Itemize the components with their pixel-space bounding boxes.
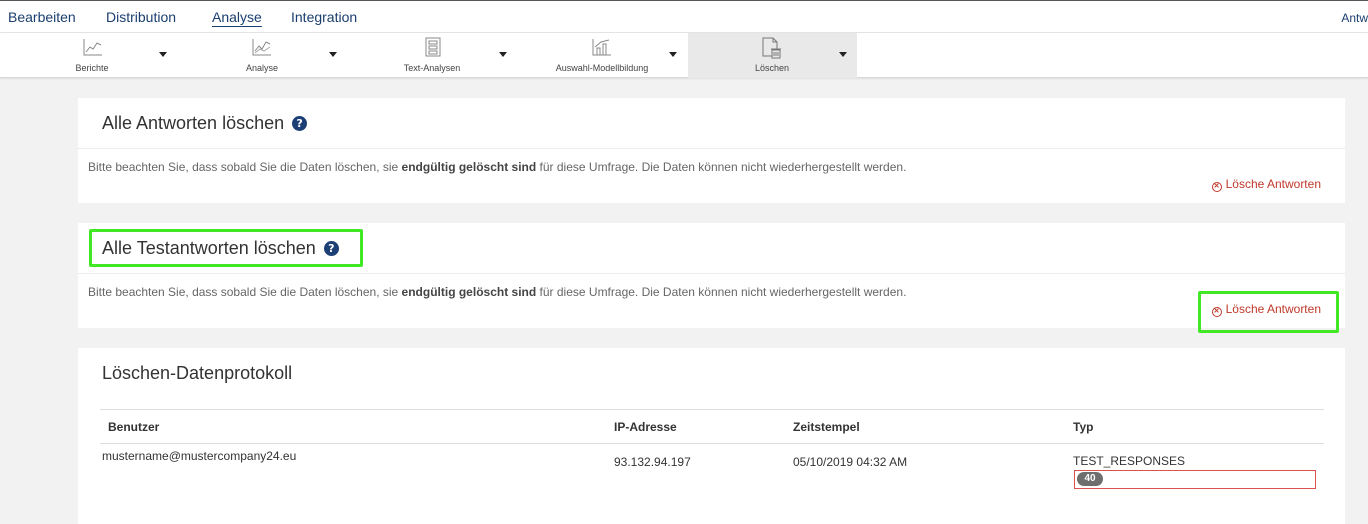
column-header-typ: Typ (1073, 420, 1094, 434)
highlight-delete-box (1198, 291, 1339, 333)
panel-deletion-log: Löschen-Datenprotokoll Benutzer IP-Adres… (78, 348, 1345, 524)
nav-bearbeiten[interactable]: Bearbeiten (8, 9, 76, 25)
column-header-zeitstempel: Zeitstempel (793, 420, 860, 434)
column-header-benutzer: Benutzer (108, 420, 160, 434)
caret-down-icon[interactable] (499, 52, 507, 57)
tool-label-berichte: Berichte (75, 63, 109, 73)
highlight-count-box: 40 (1074, 470, 1316, 489)
nav-analyse[interactable]: Analyse (212, 9, 262, 25)
note-text-end: für diese Umfrage. Die Daten können nich… (536, 160, 907, 174)
nav-integration[interactable]: Integration (291, 9, 357, 25)
note-text: Bitte beachten Sie, dass sobald Sie die … (88, 285, 402, 299)
delete-link-label: Lösche Antworten (1225, 177, 1321, 191)
panel-title: Alle Antworten löschen? (102, 113, 308, 134)
tool-label-text-analysen: Text-Analysen (403, 63, 461, 73)
line-chart-icon (83, 39, 102, 56)
panel-title-text: Alle Antworten löschen (102, 113, 285, 133)
cell-user: mustername@mustercompany24.eu (102, 449, 297, 463)
note-text-end: für diese Umfrage. Die Daten können nich… (536, 285, 907, 299)
nav-antworten[interactable]: Antw (1341, 11, 1368, 25)
caret-down-icon[interactable] (839, 52, 847, 57)
caret-down-icon[interactable] (669, 52, 677, 57)
note-text: Bitte beachten Sie, dass sobald Sie die … (88, 160, 402, 174)
tool-analyse[interactable]: Analyse (220, 33, 350, 78)
tool-label-analyse: Analyse (245, 63, 279, 73)
tool-auswahl-modellbildung[interactable]: Auswahl-Modellbildung (540, 33, 680, 78)
panel-header: Alle Antworten löschen? (78, 98, 1345, 149)
highlight-title-box (89, 229, 363, 267)
tool-berichte[interactable]: Berichte (50, 33, 180, 78)
trend-chart-icon (252, 39, 271, 56)
panel-delete-all-responses: Alle Antworten löschen? Bitte beachten S… (78, 98, 1345, 203)
delete-all-responses-link[interactable]: ✕ Lösche Antworten (1211, 177, 1321, 192)
caret-down-icon[interactable] (329, 52, 337, 57)
cell-timestamp: 05/10/2019 04:32 AM (793, 455, 908, 469)
panel-delete-test-responses: Alle Testantworten löschen? Bitte beacht… (78, 223, 1345, 333)
top-navigation: Bearbeiten Distribution Analyse Integrat… (0, 0, 1368, 33)
caret-down-icon[interactable] (159, 52, 167, 57)
nav-distribution[interactable]: Distribution (106, 9, 176, 25)
cell-ip: 93.132.94.197 (614, 455, 691, 469)
close-circle-icon: ✕ (1211, 182, 1222, 192)
document-grid-icon (425, 37, 441, 57)
tool-label-auswahl-modellbildung: Auswahl-Modellbildung (555, 63, 649, 73)
panel-note: Bitte beachten Sie, dass sobald Sie die … (88, 285, 906, 299)
column-header-ip: IP-Adresse (614, 420, 677, 434)
panel-title: Löschen-Datenprotokoll (102, 363, 293, 383)
tool-loeschen[interactable]: Löschen (688, 33, 857, 78)
tool-label-loeschen: Löschen (754, 63, 790, 73)
help-icon[interactable]: ? (292, 116, 308, 131)
panel-note: Bitte beachten Sie, dass sobald Sie die … (88, 160, 906, 174)
analysis-toolbar: Berichte Analyse Text-Analysen Auswahl-M… (0, 33, 1368, 78)
note-emphasis: endgültig gelöscht sind (401, 160, 537, 174)
note-emphasis: endgültig gelöscht sind (401, 285, 537, 299)
bar-trend-icon (592, 39, 611, 56)
cell-type: TEST_RESPONSES (1073, 454, 1186, 468)
tool-text-analysen[interactable]: Text-Analysen (380, 33, 510, 78)
count-badge: 40 (1077, 472, 1103, 486)
table-header-row: Benutzer IP-Adresse Zeitstempel Typ (100, 409, 1324, 444)
trash-document-icon (762, 37, 781, 59)
